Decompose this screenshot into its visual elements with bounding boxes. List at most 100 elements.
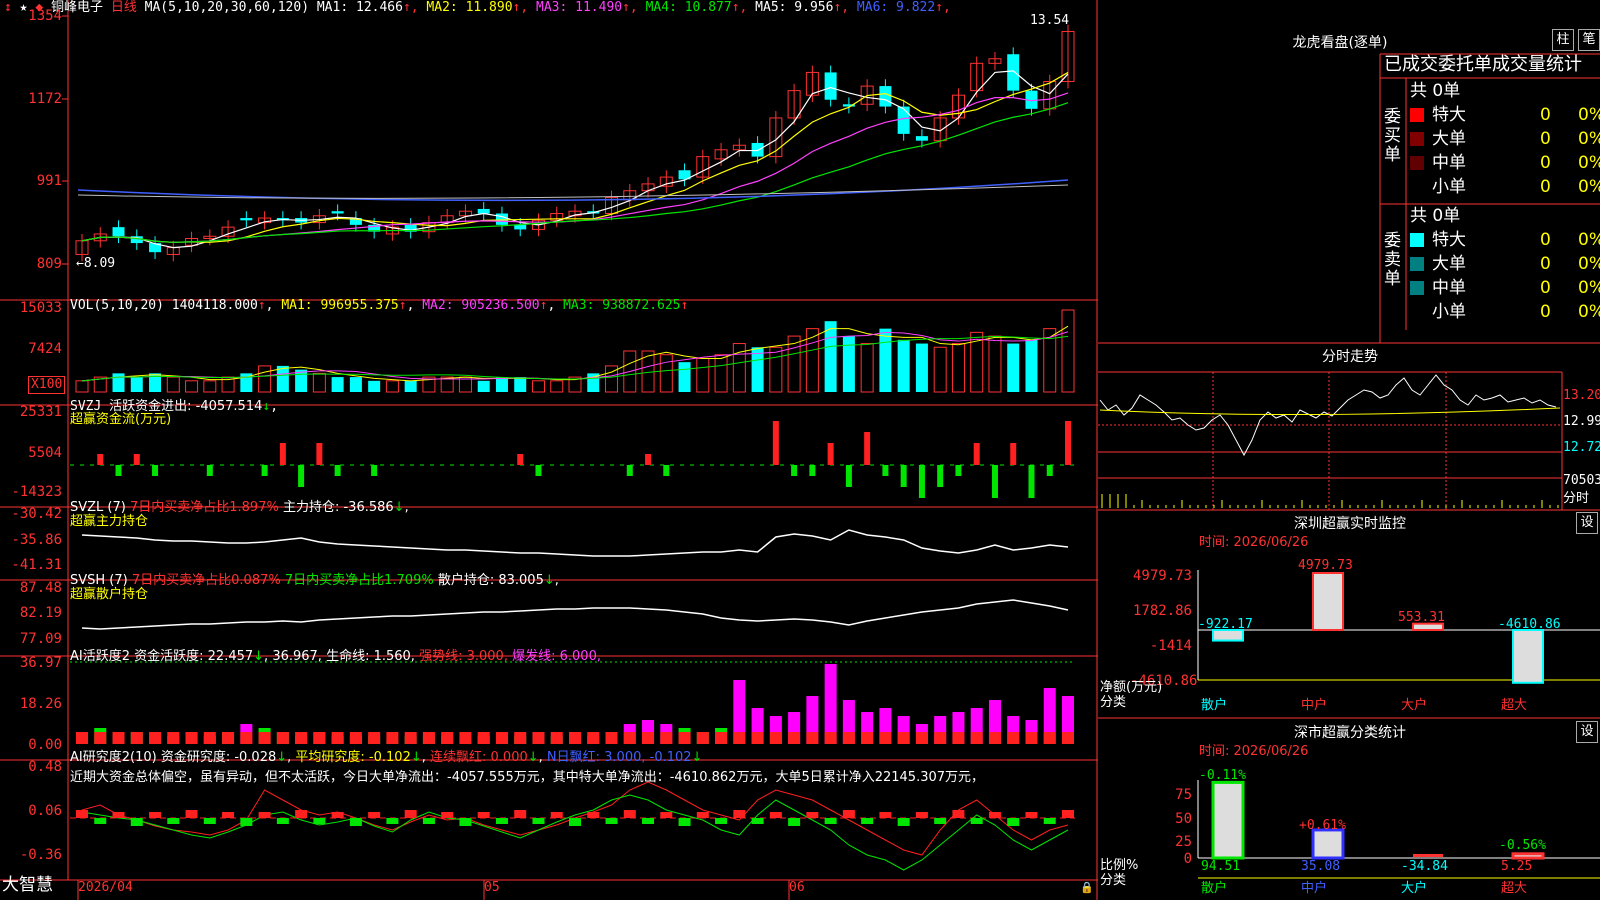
ai-research-bar xyxy=(678,818,691,826)
ai-active-base xyxy=(422,732,435,744)
vol-bar-down xyxy=(824,321,837,392)
up-arrow-icon: ↑, xyxy=(402,0,419,15)
tab-orders[interactable]: 委托单 xyxy=(1438,54,1492,75)
svzj-bar-out xyxy=(261,465,268,476)
sz-class-y-unit: 比例% xyxy=(1100,858,1139,873)
sub-y-tick: -35.86 xyxy=(11,532,62,548)
vol-bar-up xyxy=(75,380,89,393)
color-swatch-icon xyxy=(1410,281,1424,295)
bar-view-button[interactable]: 柱 xyxy=(1552,29,1574,51)
x-label-2: 06 xyxy=(789,880,805,895)
ai-active-base xyxy=(806,732,819,744)
order-count: 0 xyxy=(1540,230,1551,250)
svzj-bar-out xyxy=(918,465,925,498)
ma-value-2: MA2: 11.890 xyxy=(418,0,513,15)
vol-unit: X100 xyxy=(28,376,66,394)
ai-research-bar xyxy=(879,812,892,818)
ai-research-bar xyxy=(842,810,855,818)
svzj-bar-out xyxy=(298,465,305,487)
szc-top-label: +0.61% xyxy=(1299,818,1346,833)
sub-y-tick: -0.36 xyxy=(19,847,62,863)
main-y-tick: 1354 xyxy=(28,8,62,24)
buy-orders-label: 委买单 xyxy=(1384,107,1401,165)
tab-stats[interactable]: 统计 xyxy=(1546,54,1582,75)
svzj-bar-in xyxy=(1065,421,1071,465)
ai-research-bar xyxy=(495,818,508,824)
ai-active-base xyxy=(715,732,728,744)
candle-down xyxy=(514,224,527,230)
ai-active-base xyxy=(185,732,198,744)
stroke-view-button[interactable]: 笔 xyxy=(1578,29,1600,51)
svzj-bar-out xyxy=(1046,465,1053,476)
order-pct: 0% xyxy=(1578,177,1600,197)
vol-bar-up xyxy=(805,328,819,393)
candle-down xyxy=(477,208,490,214)
up-arrow-icon: ↑, xyxy=(935,0,951,15)
ai-active-base xyxy=(331,732,344,744)
vol-value: 1404118.000 xyxy=(171,298,258,313)
candle-down xyxy=(1007,54,1020,91)
ai-research-bar xyxy=(349,818,362,826)
svzl-text: 主力持仓: -36.586 xyxy=(282,500,394,515)
order-pct: 0% xyxy=(1578,105,1600,125)
vol-bar-up xyxy=(769,346,783,393)
order-count: 0 xyxy=(1540,153,1551,173)
ai-active-base xyxy=(514,732,527,744)
vol-ma1: MA1: 996955.375 xyxy=(281,298,399,313)
up-arrow-icon: ↑, xyxy=(833,0,850,15)
vol-bar-up xyxy=(860,343,874,393)
order-count: 0 xyxy=(1540,177,1551,197)
vol-bar-up xyxy=(951,343,965,393)
tab-volume[interactable]: 成交量 xyxy=(1492,54,1546,75)
ai-research-bar xyxy=(203,818,216,824)
ai-active-base xyxy=(349,732,362,744)
order-type: 大单 xyxy=(1432,254,1466,274)
ai-active-base xyxy=(988,732,1001,744)
ai-active-base xyxy=(642,732,655,744)
szc-category-label: 超大 xyxy=(1501,881,1528,896)
ai-active-base xyxy=(532,732,545,744)
svzj-bar-out xyxy=(955,465,962,476)
vol-bar-up xyxy=(531,380,545,393)
svzj-bar-in xyxy=(864,432,871,465)
ai-research-comment: 近期大资金总体偏空，虽有异动，但不太活跃，今日大单净流出：-4057.555万元… xyxy=(70,770,985,785)
svzj-bar-in xyxy=(97,454,104,465)
szc-top-label: -0.11% xyxy=(1199,768,1246,783)
color-swatch-icon xyxy=(1410,257,1424,271)
order-pct: 0% xyxy=(1578,302,1600,322)
szm-y-tick: 4979.73 xyxy=(1132,568,1192,584)
svzj-bar-out xyxy=(115,465,122,476)
ai-research-bar xyxy=(605,818,618,824)
lock-icon[interactable]: 🔒 xyxy=(1080,880,1094,896)
ai-research-bar xyxy=(751,818,764,824)
szm-value-label: 4979.73 xyxy=(1298,558,1353,573)
sz-monitor-settings-button[interactable]: 设 xyxy=(1576,512,1598,534)
sz-class-date: 时间: 2026/06/26 xyxy=(1199,744,1309,759)
szm-bar-3 xyxy=(1512,629,1544,684)
ai-active-base xyxy=(203,732,216,744)
ai-research-bar xyxy=(897,818,910,826)
period-label[interactable]: 日线 xyxy=(111,0,137,15)
ai-active-base xyxy=(368,732,381,744)
order-type: 特大 xyxy=(1432,105,1466,125)
svzj-bar-out xyxy=(809,465,816,476)
ai-research-bar xyxy=(824,818,837,824)
ma-line-4 xyxy=(81,102,1069,243)
ai-active-base xyxy=(569,732,581,744)
ai-active-base xyxy=(605,732,618,744)
order-pct: 0% xyxy=(1578,254,1600,274)
sz-class-settings-button[interactable]: 设 xyxy=(1576,721,1598,743)
sz-class-x-unit: 分类 xyxy=(1100,873,1127,888)
color-swatch-icon xyxy=(1410,305,1424,319)
intraday-avg-line xyxy=(1099,407,1561,416)
ai-active-base xyxy=(112,732,125,744)
color-swatch-icon xyxy=(1410,233,1424,247)
ai-active-base xyxy=(404,732,417,744)
order-row: 特大 0 0% xyxy=(1410,104,1600,126)
candle-down xyxy=(112,227,125,237)
vol-bar-down xyxy=(130,377,143,392)
svsh-ratio2: 7日内买卖净占比1.709% xyxy=(284,573,434,588)
svzj-bar-out xyxy=(991,465,998,498)
szc-bar-0 xyxy=(1211,780,1245,860)
tab-traded[interactable]: 已成交 xyxy=(1384,54,1438,75)
